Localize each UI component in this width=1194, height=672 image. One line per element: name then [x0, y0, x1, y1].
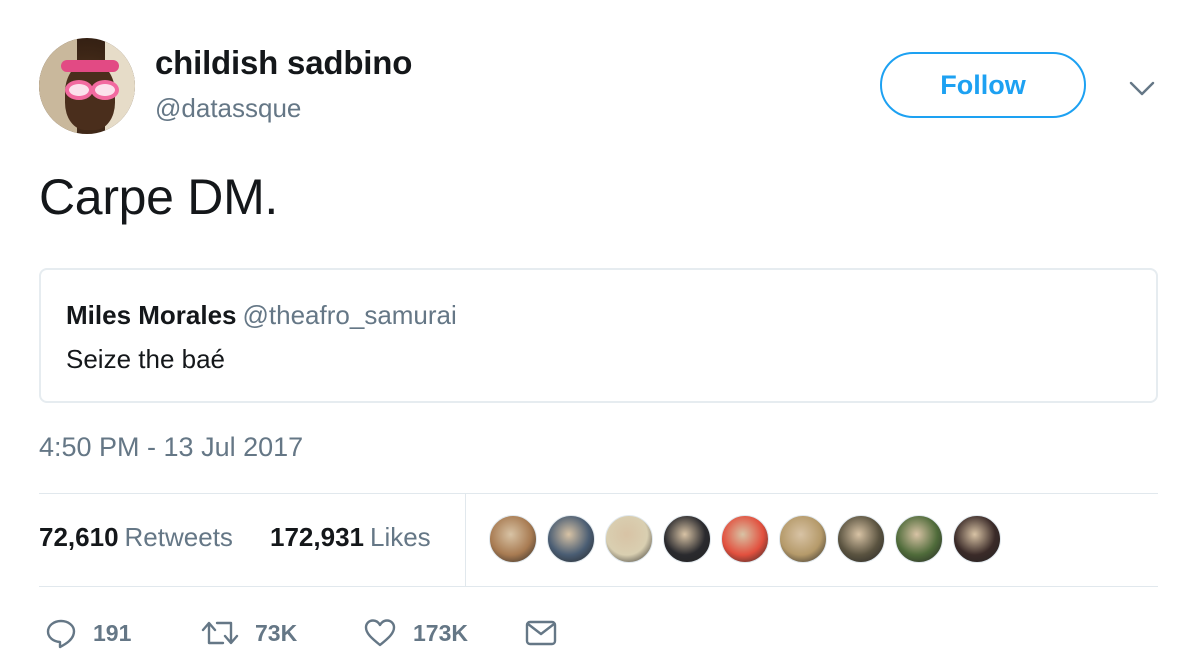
liker-avatar[interactable]: [721, 515, 769, 563]
direct-message-button[interactable]: [525, 608, 557, 658]
likes-stat[interactable]: 172,931 Likes: [270, 522, 431, 553]
quoted-tweet-header: Miles Morales @theafro_samurai: [66, 300, 457, 331]
tweet-stats: 72,610 Retweets 172,931 Likes: [39, 494, 1158, 586]
retweet-arrows-icon: [201, 621, 239, 645]
quoted-tweet-card[interactable]: Miles Morales @theafro_samurai Seize the …: [39, 268, 1158, 403]
author-display-name[interactable]: childish sadbino: [155, 44, 412, 82]
tweet-text: Carpe DM.: [39, 169, 279, 225]
quoted-author-handle: @theafro_samurai: [242, 300, 457, 330]
quoted-tweet-text: Seize the baé: [66, 344, 226, 374]
like-button[interactable]: 173K: [363, 608, 468, 658]
follow-button[interactable]: Follow: [880, 52, 1086, 118]
speech-bubble-icon: [46, 619, 76, 649]
author-avatar[interactable]: [39, 38, 135, 134]
tweet-actions: 191 73K 173K: [39, 608, 1158, 658]
retweets-count: 72,610: [39, 522, 119, 552]
heart-icon: [364, 619, 396, 647]
liker-avatar[interactable]: [895, 515, 943, 563]
reply-count: 191: [93, 619, 132, 646]
liker-avatar[interactable]: [489, 515, 537, 563]
likes-label: Likes: [369, 522, 431, 552]
retweets-label: Retweets: [124, 522, 233, 552]
liker-avatar[interactable]: [663, 515, 711, 563]
likes-count: 172,931: [270, 522, 364, 552]
stats-separator: [465, 494, 466, 586]
retweets-stat[interactable]: 72,610 Retweets: [39, 522, 233, 553]
tweet-timestamp[interactable]: 4:50 PM - 13 Jul 2017: [39, 432, 303, 463]
reply-button[interactable]: 191: [45, 608, 131, 658]
quoted-author-name: Miles Morales: [66, 300, 237, 330]
author-handle[interactable]: @datassque: [155, 93, 301, 124]
divider: [39, 586, 1158, 587]
liker-avatar[interactable]: [837, 515, 885, 563]
retweet-button[interactable]: 73K: [201, 608, 297, 658]
liker-avatar[interactable]: [605, 515, 653, 563]
liker-avatar[interactable]: [779, 515, 827, 563]
retweet-count: 73K: [255, 619, 298, 646]
envelope-icon: [525, 620, 557, 646]
liker-avatar[interactable]: [547, 515, 595, 563]
liker-avatar[interactable]: [953, 515, 1001, 563]
like-count: 173K: [413, 619, 468, 646]
chevron-down-icon[interactable]: [1128, 76, 1156, 100]
